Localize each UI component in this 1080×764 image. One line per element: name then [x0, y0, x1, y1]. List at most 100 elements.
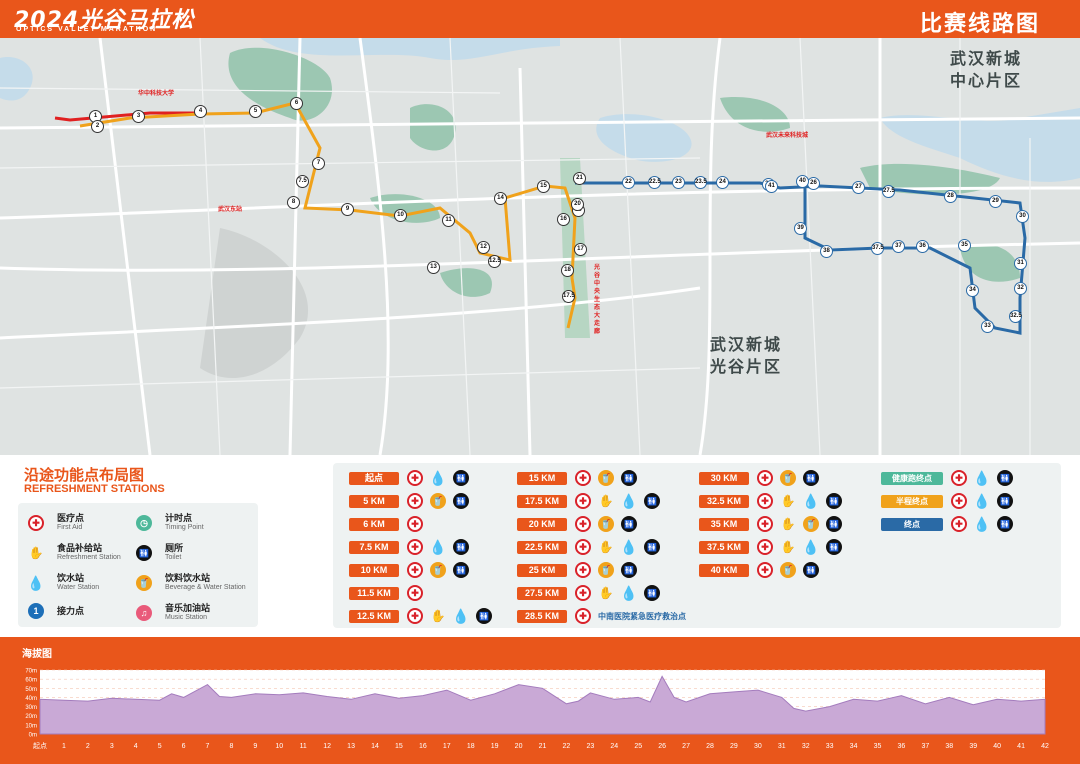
key-beverage: 🥤 饮料饮水站 Beverage & Water Station: [136, 573, 246, 593]
key-music-en: Music Station: [165, 614, 208, 621]
district-optics-line1: 武汉新城: [710, 335, 783, 354]
toilet-icon: 🚻: [644, 585, 660, 601]
first-aid-icon: ✚: [575, 608, 591, 624]
toilet-icon: 🚻: [644, 493, 660, 509]
km-marker-37: 37: [892, 240, 905, 253]
station-label: 28.5 KM: [517, 609, 567, 623]
station-row: 7.5 KM ✚ 💧 🚻: [349, 538, 476, 556]
km-marker-12: 12: [477, 241, 490, 254]
food-icon: ✋: [780, 540, 796, 554]
station-row: 22.5 KM ✚ ✋ 💧 🚻: [517, 538, 667, 556]
food-icon: ✋: [780, 494, 796, 508]
station-row: 28.5 KM ✚ 中南医院紧急医疗救治点: [517, 607, 686, 625]
toilet-icon: 🚻: [826, 516, 842, 532]
km-marker-20: 20: [571, 198, 584, 211]
green-east-3: [720, 97, 790, 132]
elevation-x-tick: 25: [634, 743, 642, 750]
station-label: 30 KM: [699, 471, 749, 485]
key-first-aid-en: First Aid: [57, 524, 83, 531]
first-aid-icon: ✚: [407, 493, 423, 509]
first-aid-icon: ✚: [407, 608, 423, 624]
elevation-x-tick: 11: [300, 743, 307, 750]
icon-key: ✚ 医疗点 First Aid ◷ 计时点 Timing Point ✋ 食品补给站…: [18, 503, 258, 627]
key-music-zh: 音乐加油站: [165, 603, 211, 613]
station-label: 6 KM: [349, 517, 399, 531]
elevation-x-tick: 24: [610, 743, 618, 750]
station-row: 半程终点 ✚ 💧 🚻: [881, 492, 1020, 510]
station-row: 25 KM ✚ 🥤 🚻: [517, 561, 644, 579]
km-marker-17: 17: [574, 243, 587, 256]
water-icon: 💧: [973, 469, 991, 486]
route-map[interactable]: 武汉新城 中心片区 武汉新城 光谷片区 华中科技大学 武汉东站 光谷中央生态大走…: [0, 38, 1080, 455]
first-aid-icon: ✚: [407, 516, 423, 532]
station-row: 40 KM ✚ 🥤 🚻: [699, 561, 826, 579]
food-icon: ✋: [598, 586, 614, 600]
elevation-x-tick: 41: [1017, 743, 1025, 750]
km-marker-32.5: 32.5: [1009, 310, 1022, 323]
km-marker-37.5: 37.5: [871, 242, 884, 255]
elevation-x-tick: 15: [395, 743, 403, 750]
km-marker-32: 32: [1014, 282, 1027, 295]
km-marker-22.5: 22.5: [648, 176, 661, 189]
key-water: 💧 饮水站 Water Station: [27, 573, 99, 593]
km-marker-26: 26: [807, 177, 820, 190]
elevation-x-tick: 14: [371, 743, 379, 750]
km-marker-27: 27: [852, 181, 865, 194]
elevation-x-tick: 23: [586, 743, 594, 750]
legend-subtitle: REFRESHMENT STATIONS: [24, 483, 165, 495]
station-row: 健康跑终点 ✚ 💧 🚻: [881, 469, 1020, 487]
km-marker-2: 2: [91, 120, 104, 133]
km-marker-27.5: 27.5: [882, 185, 895, 198]
station-label: 12.5 KM: [349, 609, 399, 623]
km-marker-21: 21: [573, 172, 586, 185]
elevation-x-tick: 42: [1041, 743, 1049, 750]
elevation-x-tick: 5: [158, 743, 162, 750]
stations-table: 起点 ✚ 💧 🚻 5 KM ✚ 🥤 🚻 6 KM ✚ 7.5 KM ✚ 💧 🚻 10 KM ✚ 🥤 🚻 11.5 K…: [333, 463, 1061, 628]
elevation-x-tick: 26: [658, 743, 666, 750]
key-timing-en: Timing Point: [165, 524, 204, 531]
station-row: 10 KM ✚ 🥤 🚻: [349, 561, 476, 579]
map-title: 比赛线路图: [919, 12, 1040, 37]
station-row: 15 KM ✚ 🥤 🚻: [517, 469, 644, 487]
km-marker-15: 15: [537, 180, 550, 193]
toilet-icon: 🚻: [453, 562, 469, 578]
elevation-y-tick: 50m: [25, 687, 37, 693]
food-icon: ✋: [28, 546, 44, 560]
elevation-x-tick: 39: [969, 743, 977, 750]
first-aid-icon: ✚: [28, 515, 44, 531]
first-aid-icon: ✚: [575, 516, 591, 532]
beverage-icon: 🥤: [598, 470, 614, 486]
beverage-icon: 🥤: [803, 516, 819, 532]
key-food-en: Refreshment Station: [57, 554, 121, 561]
water-icon: 💧: [973, 515, 991, 532]
km-marker-18: 18: [561, 264, 574, 277]
station-label: 35 KM: [699, 517, 749, 531]
station-note: 中南医院紧急医疗救治点: [598, 611, 686, 621]
km-marker-9: 9: [341, 203, 354, 216]
beverage-icon: 🥤: [430, 562, 446, 578]
km-marker-28: 28: [944, 190, 957, 203]
water-icon: 💧: [620, 584, 638, 601]
landmark-hust[interactable]: 华中科技大学: [138, 88, 174, 97]
km-marker-6: 6: [290, 97, 303, 110]
water-icon: 💧: [620, 492, 638, 509]
station-label: 15 KM: [517, 471, 567, 485]
toilet-icon: 🚻: [621, 562, 637, 578]
toilet-icon: 🚻: [453, 470, 469, 486]
elevation-x-tick: 37: [921, 743, 929, 750]
elevation-x-tick: 17: [443, 743, 451, 750]
beverage-icon: 🥤: [780, 562, 796, 578]
station-row: 5 KM ✚ 🥤 🚻: [349, 492, 476, 510]
water-icon: 💧: [802, 492, 820, 509]
landmark-future-tech-city[interactable]: 武汉未来科技城: [766, 130, 808, 139]
brand-subtitle: OPTICS VALLEY MARATHON: [16, 26, 158, 33]
landmark-eco-corridor[interactable]: 光谷中央生态大走廊: [594, 264, 602, 336]
toilet-icon: 🚻: [621, 516, 637, 532]
water-icon: 💧: [802, 538, 820, 555]
landmark-wuhan-east-station[interactable]: 武汉东站: [218, 204, 242, 213]
elevation-y-tick: 0m: [29, 733, 37, 739]
km-marker-16: 16: [557, 213, 570, 226]
station-label: 5 KM: [349, 494, 399, 508]
water-icon: 💧: [429, 538, 447, 555]
first-aid-icon: ✚: [407, 585, 423, 601]
